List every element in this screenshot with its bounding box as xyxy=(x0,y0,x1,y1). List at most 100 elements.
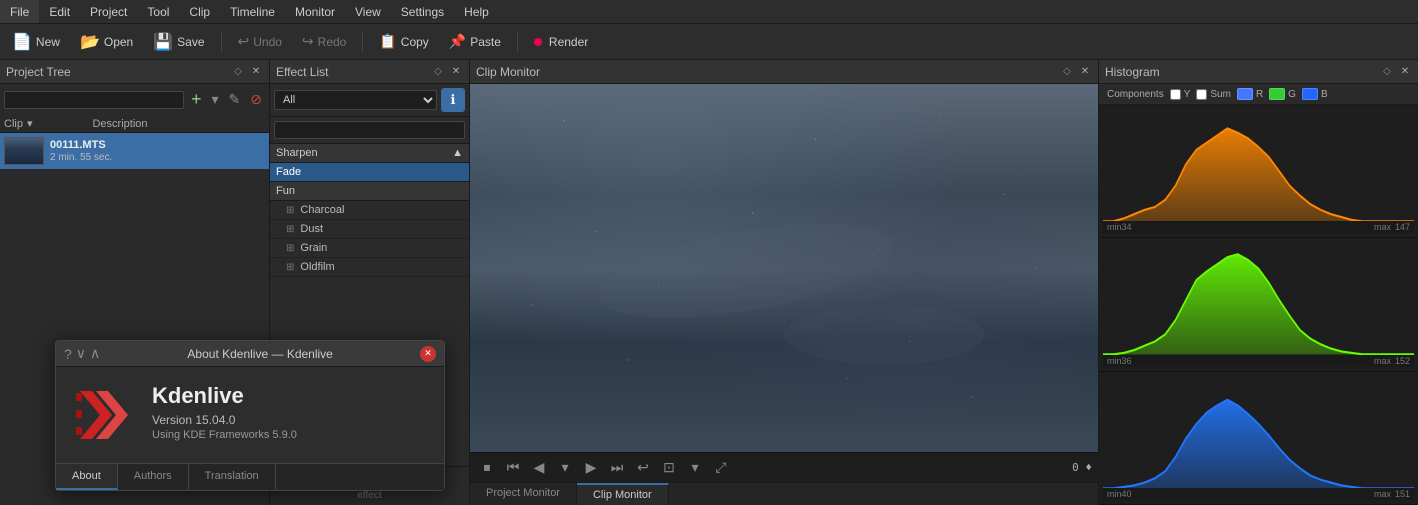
histogram-title: Histogram xyxy=(1105,65,1160,79)
save-button[interactable]: 💾 Save xyxy=(145,28,212,56)
effect-label: effect xyxy=(357,490,381,501)
fun-label: Fun xyxy=(276,185,295,197)
undo-button[interactable]: ↩ Undo xyxy=(230,29,290,54)
paste-icon: 📌 xyxy=(449,33,466,50)
monitor-play-back-button[interactable]: ◀ xyxy=(528,457,550,479)
effect-list-pin-button[interactable]: ◇ xyxy=(431,65,445,79)
y-checkbox-group: Y xyxy=(1170,89,1191,100)
menu-settings[interactable]: Settings xyxy=(391,0,454,23)
clip-duration: 2 min. 55 sec. xyxy=(50,152,112,163)
clip-monitor-close-button[interactable]: ✕ xyxy=(1078,65,1092,79)
monitor-stop-button[interactable]: ⏹ xyxy=(476,457,498,479)
project-monitor-tab[interactable]: Project Monitor xyxy=(470,483,577,505)
clip-menu-button[interactable]: ▾ xyxy=(209,90,222,109)
effect-search-input[interactable] xyxy=(274,121,465,139)
effect-list-header: Effect List ◇ ✕ xyxy=(270,60,469,84)
r-min-label: min xyxy=(1107,222,1122,232)
effect-category-sharpen[interactable]: Sharpen ▲ xyxy=(270,144,469,163)
sharpen-collapse-icon: ▲ xyxy=(452,147,463,159)
about-help-icon[interactable]: ? xyxy=(64,346,72,362)
about-app-name: Kdenlive xyxy=(152,383,428,409)
menu-file[interactable]: File xyxy=(0,0,39,23)
about-dialog-close-button[interactable]: ✕ xyxy=(420,346,436,362)
effect-item-grain[interactable]: ⊞ Grain xyxy=(270,239,469,258)
clip-list-item[interactable]: 00111.MTS 2 min. 55 sec. xyxy=(0,133,269,169)
b-svg xyxy=(1103,374,1414,488)
delete-clip-button[interactable]: ⊘ xyxy=(247,90,265,109)
project-tree-search-input[interactable] xyxy=(4,91,184,109)
effect-item-charcoal[interactable]: ⊞ Charcoal xyxy=(270,201,469,220)
render-label: Render xyxy=(549,35,588,49)
about-titlebar: ? ∨ ∧ About Kdenlive — Kdenlive ✕ xyxy=(56,341,444,367)
add-clip-button[interactable]: + xyxy=(188,88,205,111)
sum-checkbox[interactable] xyxy=(1196,89,1207,100)
effect-category-select[interactable]: All Video Audio xyxy=(274,90,437,110)
menu-view[interactable]: View xyxy=(345,0,391,23)
b-canvas xyxy=(1103,374,1414,488)
monitor-step-back-button[interactable]: ⏮ xyxy=(502,457,524,479)
save-icon: 💾 xyxy=(153,32,173,52)
copy-button[interactable]: 📋 Copy xyxy=(371,29,436,54)
redo-button[interactable]: ↪ Redo xyxy=(294,29,354,54)
clip-monitor-panel: Clip Monitor ◇ ✕ ⏹ ⏮ ◀ ▾ ▶ ⏭ ↩ ⊡ ▾ ⤢ 0 ♦ xyxy=(470,60,1098,505)
menu-tool[interactable]: Tool xyxy=(137,0,179,23)
monitor-loop-button[interactable]: ↩ xyxy=(632,457,654,479)
open-button[interactable]: 📂 Open xyxy=(72,28,141,56)
g-max-label: max xyxy=(1374,356,1391,366)
effect-filter-bar: All Video Audio ℹ xyxy=(270,84,469,117)
about-tab-translation[interactable]: Translation xyxy=(189,464,276,490)
about-tab-authors[interactable]: Authors xyxy=(118,464,189,490)
open-icon: 📂 xyxy=(80,32,100,52)
y-checkbox[interactable] xyxy=(1170,89,1181,100)
effect-search-bar xyxy=(270,117,469,144)
redo-label: Redo xyxy=(318,35,347,49)
undo-icon: ↩ xyxy=(238,33,250,50)
sum-label: Sum xyxy=(1210,89,1231,100)
project-tree-pin-button[interactable]: ◇ xyxy=(231,65,245,79)
edit-clip-button[interactable]: ✎ xyxy=(226,90,244,109)
effect-category-fade[interactable]: Fade xyxy=(270,163,469,182)
menu-clip[interactable]: Clip xyxy=(179,0,220,23)
sum-checkbox-group: Sum xyxy=(1196,89,1231,100)
clip-monitor-tab[interactable]: Clip Monitor xyxy=(577,483,669,505)
effect-category-fun[interactable]: Fun xyxy=(270,182,469,201)
histogram-header: Histogram ◇ ✕ xyxy=(1099,60,1418,84)
histogram-close-button[interactable]: ✕ xyxy=(1398,65,1412,79)
clip-monitor-pin-button[interactable]: ◇ xyxy=(1060,65,1074,79)
about-app-info: Kdenlive Version 15.04.0 Using KDE Frame… xyxy=(152,383,428,441)
paste-button[interactable]: 📌 Paste xyxy=(441,29,509,54)
about-minimize-icon[interactable]: ∨ xyxy=(76,345,86,362)
about-expand-icon[interactable]: ∧ xyxy=(90,345,100,362)
menu-help[interactable]: Help xyxy=(454,0,499,23)
monitor-play-forward-button[interactable]: ▶ xyxy=(580,457,602,479)
r-max-val: 147 xyxy=(1395,222,1410,232)
render-dot-icon xyxy=(534,38,542,46)
about-kde-version: Using KDE Frameworks 5.9.0 xyxy=(152,429,428,441)
redo-icon: ↪ xyxy=(302,33,314,50)
monitor-fullscreen-button[interactable]: ⤢ xyxy=(710,457,732,479)
effect-list-close-button[interactable]: ✕ xyxy=(449,65,463,79)
video-display xyxy=(470,84,1098,452)
project-tree-close-button[interactable]: ✕ xyxy=(249,65,263,79)
histogram-chart-b: min 40 max 151 xyxy=(1099,372,1418,505)
effect-item-dust[interactable]: ⊞ Dust xyxy=(270,220,469,239)
cloud-2 xyxy=(784,305,984,365)
effect-item-oldfilm[interactable]: ⊞ Oldfilm xyxy=(270,258,469,277)
menu-monitor[interactable]: Monitor xyxy=(285,0,345,23)
about-tab-about[interactable]: About xyxy=(56,464,118,490)
menu-timeline[interactable]: Timeline xyxy=(220,0,285,23)
monitor-step-forward-button[interactable]: ⏭ xyxy=(606,457,628,479)
monitor-in-button[interactable]: ▾ xyxy=(684,457,706,479)
new-button[interactable]: 📄 New xyxy=(4,28,68,56)
oldfilm-icon: ⊞ xyxy=(286,262,294,273)
menu-edit[interactable]: Edit xyxy=(39,0,80,23)
monitor-dropdown-button[interactable]: ▾ xyxy=(554,457,576,479)
menu-project[interactable]: Project xyxy=(80,0,137,23)
g-checkbox-group: G xyxy=(1269,88,1296,100)
effect-info-button[interactable]: ℹ xyxy=(441,88,465,112)
about-version: Version 15.04.0 xyxy=(152,413,428,427)
render-button[interactable]: Render xyxy=(526,31,596,53)
monitor-zone-button[interactable]: ⊡ xyxy=(658,457,680,479)
histogram-pin-button[interactable]: ◇ xyxy=(1380,65,1394,79)
g-label: G xyxy=(1288,89,1296,100)
